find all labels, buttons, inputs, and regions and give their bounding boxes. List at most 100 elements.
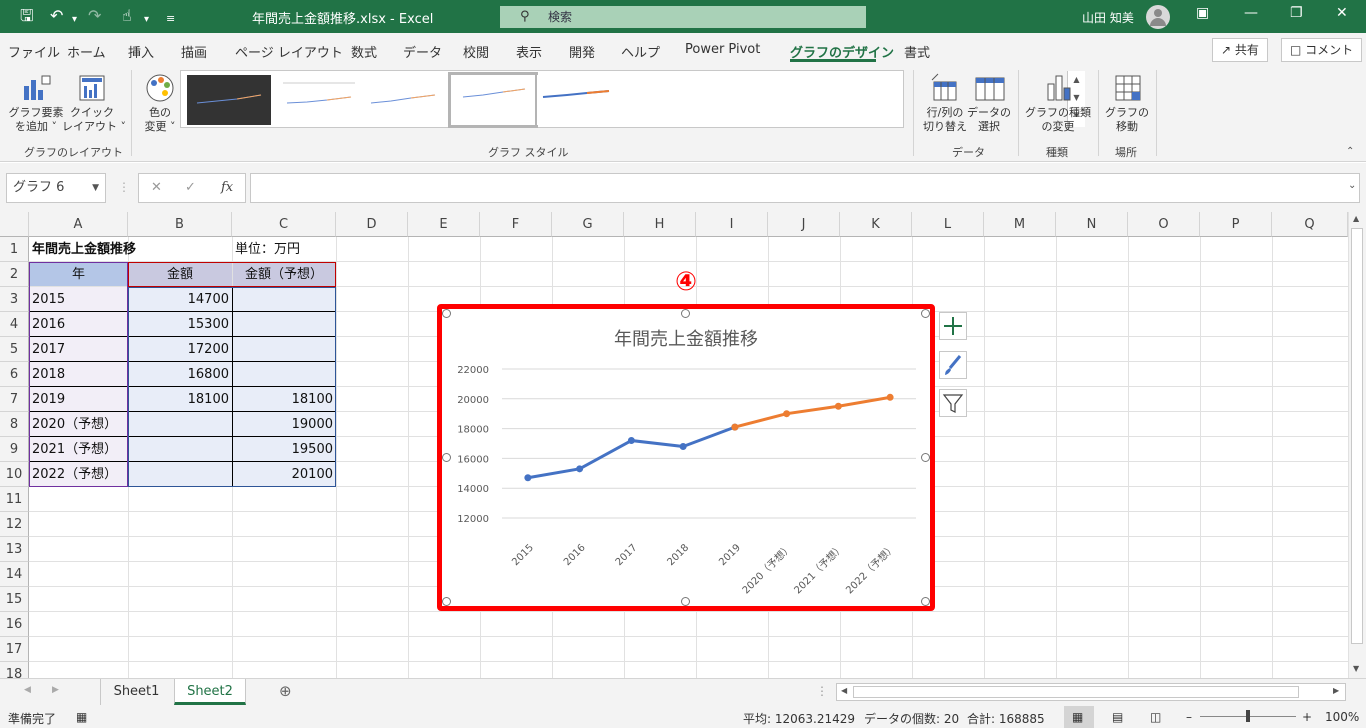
cell-a9[interactable]: 2021（予想） [29, 437, 128, 462]
row-header-1[interactable]: 1 [0, 237, 29, 262]
customize-qat-icon[interactable]: ≡ [166, 9, 175, 29]
cell-c7[interactable]: 18100 [232, 387, 336, 412]
cell-c5[interactable] [232, 337, 336, 362]
move-chart-icon[interactable] [1112, 72, 1144, 104]
normal-view-icon[interactable]: ▦ [1072, 710, 1083, 724]
cell-a3[interactable]: 2015 [29, 287, 128, 312]
vertical-scroll-thumb[interactable] [1351, 228, 1363, 644]
page-break-view-icon[interactable]: ◫ [1150, 710, 1161, 724]
chart-style-2[interactable] [277, 75, 361, 125]
add-sheet-icon[interactable]: ⊕ [279, 682, 292, 700]
resize-handle-sw[interactable] [442, 597, 451, 606]
select-all-corner[interactable] [0, 212, 29, 237]
cell-a1[interactable]: 年間売上金額推移 [29, 237, 139, 262]
row-header-14[interactable]: 14 [0, 562, 29, 587]
scroll-left-icon[interactable]: ◀ [841, 686, 847, 695]
column-header-c[interactable]: C [232, 212, 336, 237]
tab-developer[interactable]: 開発 [569, 42, 595, 61]
series-2-point[interactable] [834, 402, 842, 410]
tab-home[interactable]: ホーム [67, 42, 106, 61]
page-layout-view-icon[interactable]: ▤ [1112, 710, 1123, 724]
palette-icon[interactable] [144, 72, 176, 104]
tab-insert[interactable]: 挿入 [128, 42, 154, 61]
status-sum[interactable]: 合計: 168885 [967, 710, 1045, 727]
chart-title[interactable]: 年間売上金額推移 [614, 329, 758, 350]
select-data-icon[interactable] [974, 72, 1006, 104]
cell-c6[interactable] [232, 362, 336, 387]
row-header-4[interactable]: 4 [0, 312, 29, 337]
change-chart-type-icon[interactable] [1042, 72, 1074, 104]
chart-series[interactable] [524, 393, 894, 482]
resize-handle-se[interactable] [921, 597, 930, 606]
ribbon-display-icon[interactable]: ▣ [1196, 5, 1209, 21]
series-1-point[interactable] [524, 474, 532, 482]
enter-icon[interactable]: ✓ [185, 180, 196, 195]
cell-a6[interactable]: 2018 [29, 362, 128, 387]
sheet-tab-sheet1[interactable]: Sheet1 [100, 679, 172, 705]
undo-icon[interactable]: ↶ [50, 6, 63, 26]
cell-a7[interactable]: 2019 [29, 387, 128, 412]
series-line-2[interactable] [734, 395, 891, 429]
row-header-8[interactable]: 8 [0, 412, 29, 437]
next-sheet-icon[interactable]: ▶ [52, 685, 59, 695]
chart-filters-button[interactable] [939, 389, 967, 417]
row-header-5[interactable]: 5 [0, 337, 29, 362]
minimize-icon[interactable]: — [1244, 5, 1258, 21]
cell-c10[interactable]: 20100 [232, 462, 336, 487]
resize-handle-n[interactable] [681, 309, 690, 318]
expand-formula-icon[interactable]: ⌄ [1348, 180, 1356, 191]
tab-view[interactable]: 表示 [516, 42, 542, 61]
row-header-16[interactable]: 16 [0, 612, 29, 637]
resize-handle-w[interactable] [442, 453, 451, 462]
prev-sheet-icon[interactable]: ◀ [24, 685, 31, 695]
share-button[interactable]: ↗ 共有 [1212, 38, 1268, 62]
resize-handle-s[interactable] [681, 597, 690, 606]
line-chart[interactable]: 年間売上金額推移 12000 14000 16000 18000 20000 22000 … [437, 304, 935, 611]
search-box[interactable]: ⚲ 検索 [500, 6, 866, 28]
column-header-h[interactable]: H [624, 212, 696, 237]
cell-b4[interactable]: 15300 [128, 312, 232, 337]
tab-page-layout[interactable]: ページ レイアウト [235, 42, 343, 61]
quick-layout-icon[interactable] [76, 72, 108, 104]
close-icon[interactable]: ✕ [1336, 5, 1348, 21]
row-header-9[interactable]: 9 [0, 437, 29, 462]
row-header-17[interactable]: 17 [0, 637, 29, 662]
user-name[interactable]: 山田 知美 [1082, 9, 1134, 26]
switch-row-column-button[interactable]: 行/列の 切り替え [922, 106, 968, 134]
column-header-m[interactable]: M [984, 212, 1056, 237]
x-axis-tick-labels[interactable]: 2015 2016 2017 2018 20192020（予想）2021（予想）2022… [510, 541, 898, 596]
zoom-in-icon[interactable]: + [1302, 710, 1312, 724]
add-chart-element-icon[interactable] [20, 72, 52, 104]
series-2-point[interactable] [731, 423, 739, 431]
status-count[interactable]: データの個数: 20 [864, 710, 959, 727]
chart-styles-button[interactable] [939, 351, 967, 379]
series-line-1[interactable] [527, 425, 736, 480]
zoom-slider-thumb[interactable] [1246, 710, 1250, 722]
cell-c2[interactable]: 金額（予想） [232, 262, 336, 287]
cell-c3[interactable] [232, 287, 336, 312]
cancel-icon[interactable]: ✕ [151, 180, 162, 195]
column-header-n[interactable]: N [1056, 212, 1128, 237]
row-header-11[interactable]: 11 [0, 487, 29, 512]
cell-b7[interactable]: 18100 [128, 387, 232, 412]
row-header-3[interactable]: 3 [0, 287, 29, 312]
column-header-k[interactable]: K [840, 212, 912, 237]
touch-dropdown-icon[interactable]: ▾ [144, 10, 149, 30]
redo-icon[interactable]: ↷ [88, 6, 101, 26]
row-header-10[interactable]: 10 [0, 462, 29, 487]
tab-review[interactable]: 校閲 [463, 42, 489, 61]
row-header-7[interactable]: 7 [0, 387, 29, 412]
change-chart-type-button[interactable]: グラフの種類 の変更 [1024, 106, 1092, 134]
row-header-18[interactable]: 18 [0, 662, 29, 678]
tab-data[interactable]: データ [403, 42, 442, 61]
vertical-scrollbar[interactable]: ▲ ▼ [1348, 212, 1366, 678]
tab-split-grip-icon[interactable]: ⋮ [816, 684, 828, 698]
touch-mode-icon[interactable]: ☝ [122, 6, 132, 26]
series-1-point[interactable] [679, 442, 687, 450]
y-axis-tick-labels[interactable]: 12000 14000 16000 18000 20000 22000 [457, 365, 489, 525]
status-average[interactable]: 平均: 12063.21429 [743, 710, 855, 727]
scroll-up-icon[interactable]: ▲ [1353, 214, 1359, 223]
column-header-p[interactable]: P [1200, 212, 1272, 237]
horizontal-scroll-thumb[interactable] [853, 686, 1299, 698]
tab-format[interactable]: 書式 [904, 42, 930, 61]
